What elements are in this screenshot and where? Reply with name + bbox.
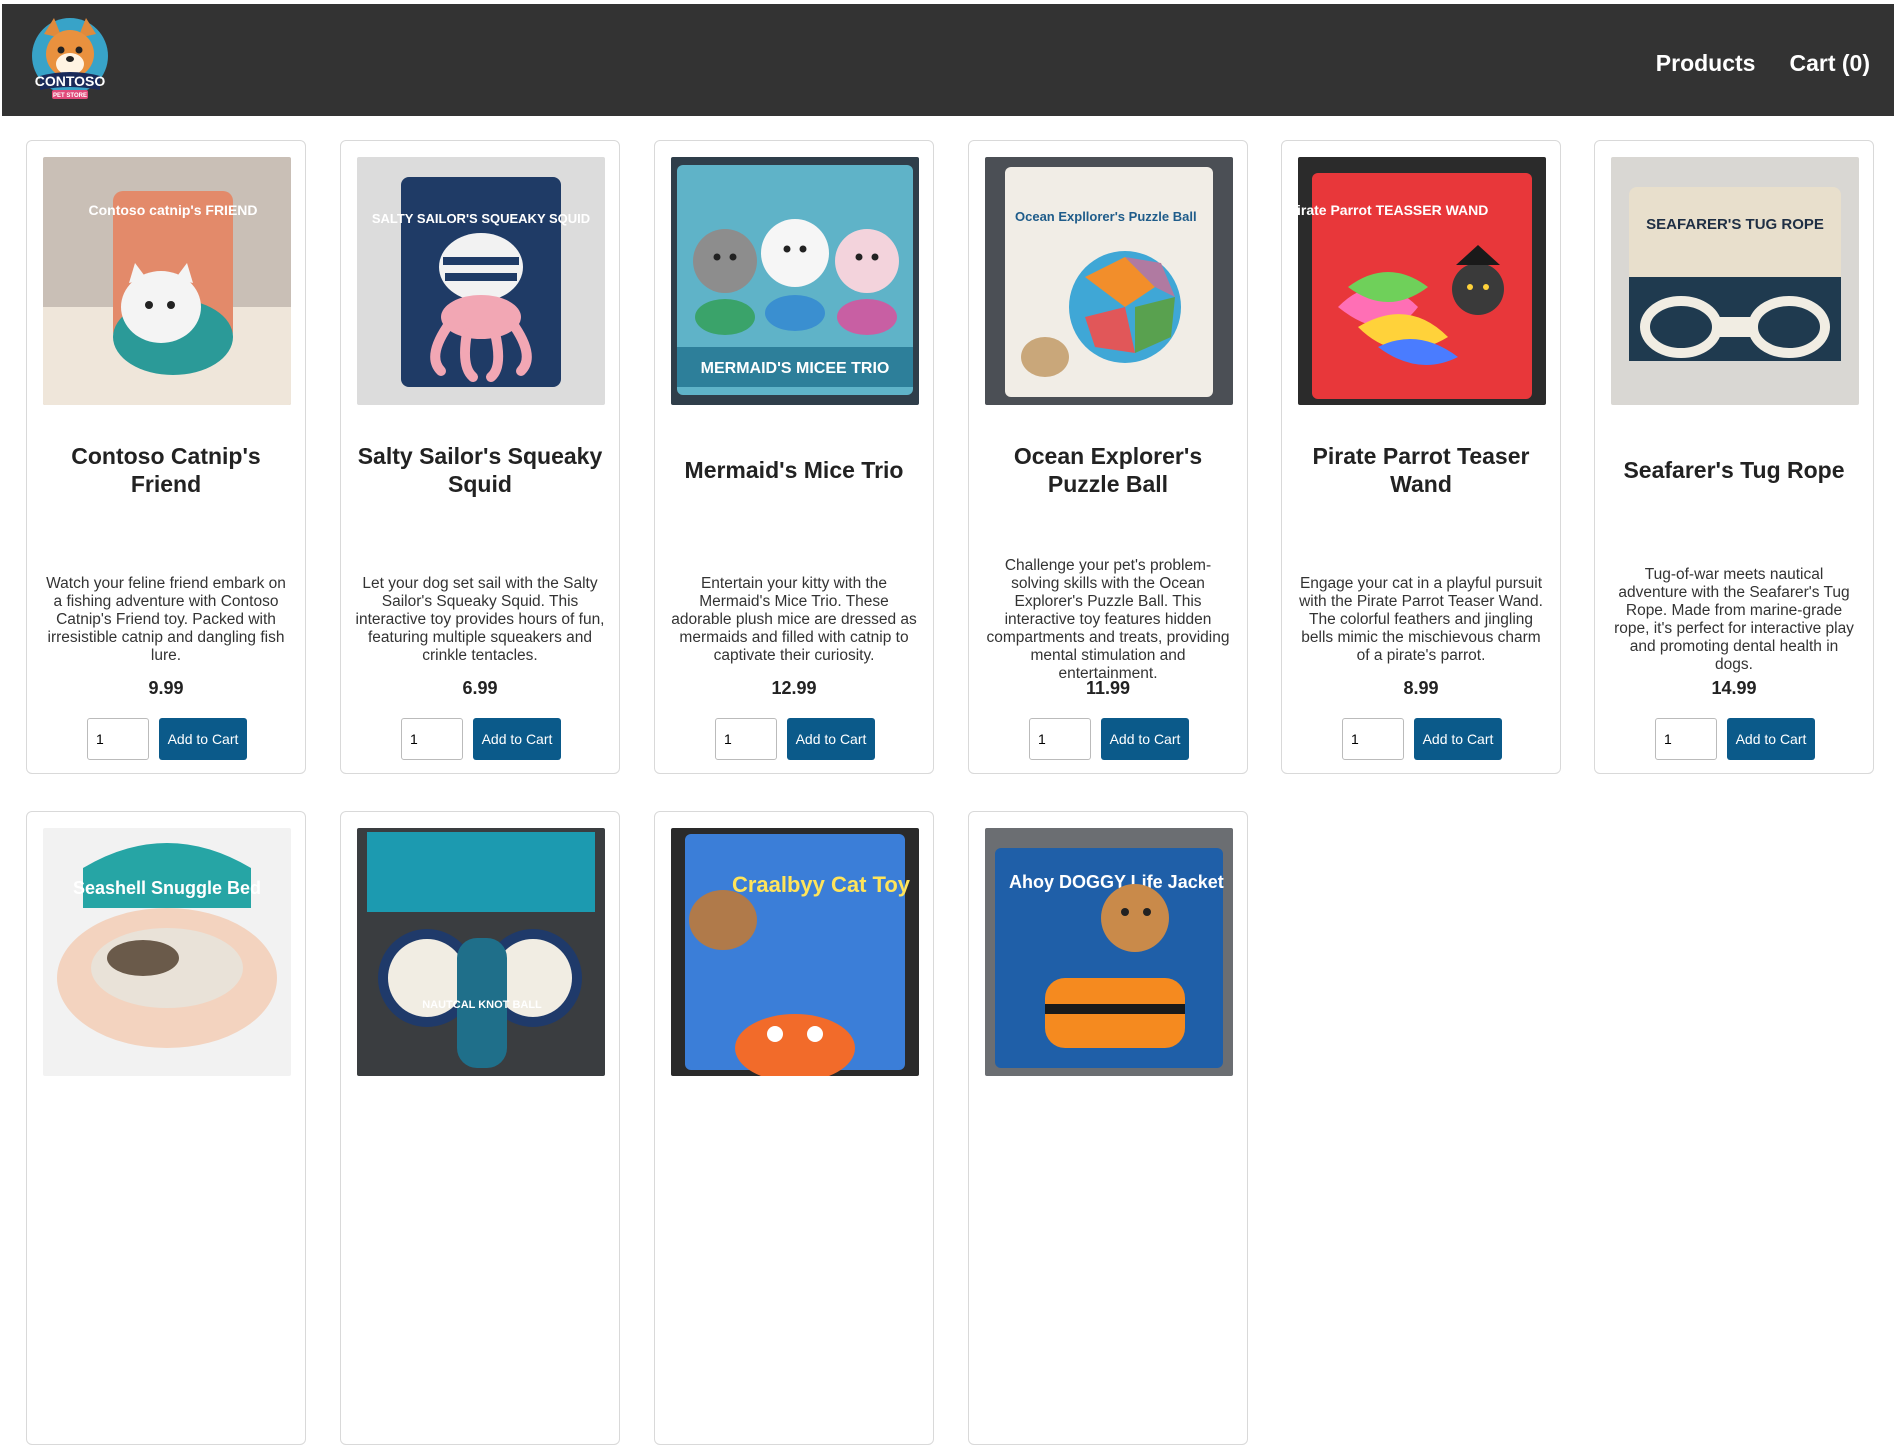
svg-text:Ahoy DOGGY Life Jacket: Ahoy DOGGY Life Jacket [1009,872,1224,892]
add-to-cart-button[interactable]: Add to Cart [159,718,247,760]
product-name: Mermaid's Mice Trio [684,457,904,483]
svg-text:Craalbyy Cat Toy: Craalbyy Cat Toy [732,872,911,897]
svg-text:MERMAID'S MICEE TRIO: MERMAID'S MICEE TRIO [701,360,890,377]
add-to-cart-button[interactable]: Add to Cart [473,718,561,760]
svg-text:PET STORE: PET STORE [53,93,87,99]
product-price: 6.99 [462,678,498,698]
product-price: 14.99 [1711,678,1757,698]
nav-links: Products Cart (0) [1656,50,1870,77]
product-card: Ocean Expllorer's Puzzle Ball Ocean Expl… [968,140,1248,774]
svg-text:CONTOSO: CONTOSO [35,73,106,89]
product-card: SALTY SAILOR'S SQUEAKY SQUID Salty Sailo… [340,140,620,774]
quantity-input[interactable] [715,718,777,760]
product-image[interactable]: Craalbyy Cat Toy [671,828,919,1076]
product-card: Ahoy DOGGY Life Jacket [968,811,1248,1445]
top-navbar: CONTOSO PET STORE Products Cart (0) [2,4,1894,116]
svg-text:SALTY SAILOR'S SQUEAKY SQUID: SALTY SAILOR'S SQUEAKY SQUID [372,211,590,226]
product-card: Seashell Snuggle Bed [26,811,306,1445]
product-name: Pirate Parrot Teaser Wand [1312,443,1530,497]
product-name: Seafarer's Tug Rope [1623,457,1845,483]
quantity-input[interactable] [1029,718,1091,760]
svg-text:Pirate Parrot TEASSER WAND: Pirate Parrot TEASSER WAND [1298,202,1488,218]
nav-cart-link[interactable]: Cart (0) [1789,50,1870,77]
contoso-logo[interactable]: CONTOSO PET STORE [22,14,118,106]
product-card: Contoso catnip's FRIEND Contoso Catnip's… [26,140,306,774]
product-price: 8.99 [1403,678,1439,698]
product-image[interactable]: Ahoy DOGGY Life Jacket [985,828,1233,1076]
product-name: Contoso Catnip's Friend [71,443,261,497]
add-to-cart-button[interactable]: Add to Cart [1101,718,1189,760]
product-price: 12.99 [771,678,817,698]
product-price: 11.99 [1085,678,1131,698]
nav-products-link[interactable]: Products [1656,50,1756,77]
add-to-cart-button[interactable]: Add to Cart [787,718,875,760]
product-card: Pirate Parrot TEASSER WAND Pirate Parrot… [1281,140,1561,774]
add-to-cart-button[interactable]: Add to Cart [1414,718,1502,760]
product-image[interactable]: NAUTCAL KNOT BALL [357,828,605,1076]
product-card: MERMAID'S MICEE TRIO Mermaid's Mice Trio… [654,140,934,774]
svg-text:Ocean Expllorer's Puzzle Ball: Ocean Expllorer's Puzzle Ball [1015,209,1197,224]
product-image[interactable]: Contoso catnip's FRIEND [43,157,291,405]
product-image[interactable]: MERMAID'S MICEE TRIO [671,157,919,405]
product-price: 9.99 [148,678,184,698]
product-image[interactable]: Seashell Snuggle Bed [43,828,291,1076]
quantity-input[interactable] [1655,718,1717,760]
product-card: Craalbyy Cat Toy [654,811,934,1445]
quantity-input[interactable] [1342,718,1404,760]
svg-text:NAUTCAL KNOT BALL: NAUTCAL KNOT BALL [422,999,542,1011]
product-image[interactable]: SEAFARER'S TUG ROPE [1611,157,1859,405]
product-image[interactable]: SALTY SAILOR'S SQUEAKY SQUID [357,157,605,405]
quantity-input[interactable] [87,718,149,760]
product-image[interactable]: Ocean Expllorer's Puzzle Ball [985,157,1233,405]
svg-text:SEAFARER'S TUG ROPE: SEAFARER'S TUG ROPE [1646,216,1824,233]
product-card: SEAFARER'S TUG ROPE Seafarer's Tug Rope … [1594,140,1874,774]
product-image[interactable]: Pirate Parrot TEASSER WAND [1298,157,1546,405]
product-card: NAUTCAL KNOT BALL [340,811,620,1445]
add-to-cart-button[interactable]: Add to Cart [1727,718,1815,760]
svg-text:Seashell Snuggle Bed: Seashell Snuggle Bed [73,878,261,898]
quantity-input[interactable] [401,718,463,760]
product-name: Salty Sailor's Squeaky Squid [357,443,603,497]
product-name: Ocean Explorer's Puzzle Ball [1013,443,1203,497]
svg-text:Contoso catnip's FRIEND: Contoso catnip's FRIEND [89,202,258,218]
